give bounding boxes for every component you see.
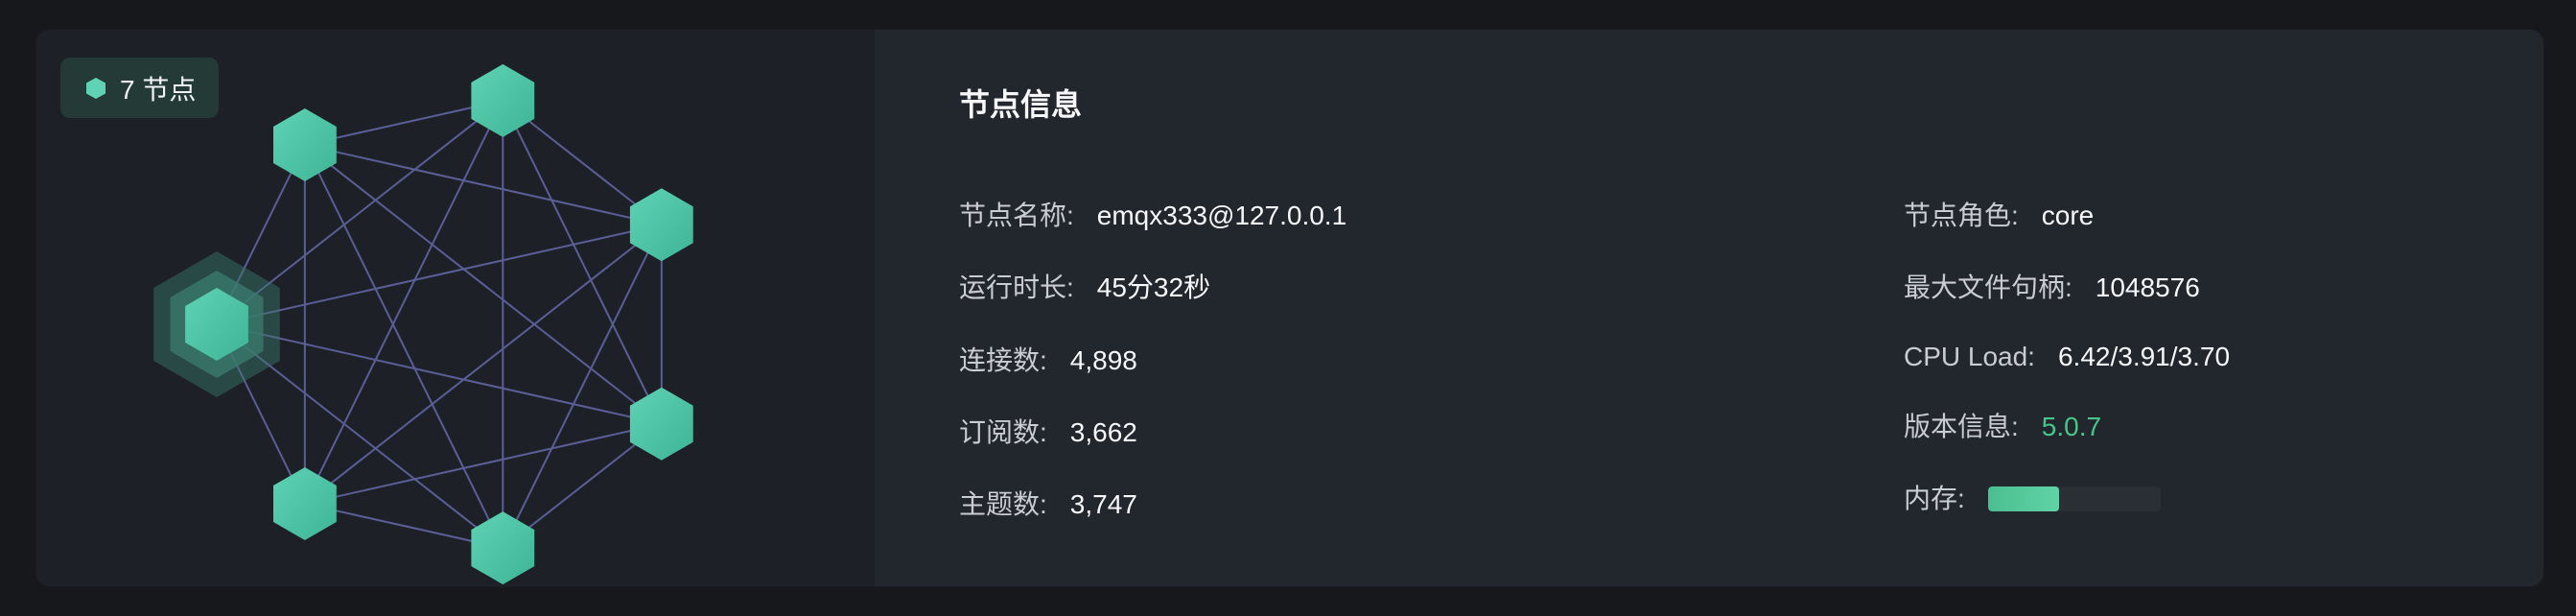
connections-label: 连接数:: [959, 345, 1047, 375]
cluster-node[interactable]: [273, 108, 337, 181]
cluster-node[interactable]: [629, 188, 693, 262]
node-name-row: 节点名称: emqx333@127.0.0.1: [959, 199, 1347, 233]
cluster-topology-panel: 7 节点: [36, 30, 875, 586]
uptime-value: 45分32秒: [1096, 272, 1211, 302]
max-fds-row: 最大文件句柄: 1048576: [1904, 271, 2200, 305]
uptime-label: 运行时长:: [959, 272, 1074, 302]
memory-label: 内存:: [1904, 484, 1965, 513]
cluster-node[interactable]: [629, 387, 693, 461]
node-hexagon-icon: [86, 77, 105, 99]
version-label: 版本信息:: [1904, 412, 2019, 441]
cluster-node[interactable]: [471, 511, 535, 585]
topology-edge: [304, 224, 663, 505]
version-value: 5.0.7: [2041, 412, 2102, 441]
cpu-load-value: 6.42/3.91/3.70: [2057, 342, 2231, 371]
memory-usage-fill: [1987, 486, 2059, 511]
node-role-row: 节点角色: core: [1904, 199, 2094, 233]
version-row: 版本信息: 5.0.7: [1904, 410, 2101, 444]
max-fds-label: 最大文件句柄:: [1904, 272, 2073, 302]
topology-edge: [304, 144, 663, 425]
topology-edge: [216, 323, 663, 425]
memory-usage-bar: [1987, 486, 2161, 511]
cluster-node[interactable]: [273, 467, 337, 540]
cluster-overview-card: 7 节点 节点信息 节点名称: emqx333@127.0.0.1 运行时长: …: [36, 30, 2543, 586]
topology-edge: [216, 224, 663, 325]
topics-value: 3,747: [1069, 489, 1137, 519]
node-count-label: 7 节点: [120, 74, 197, 105]
topics-row: 主题数: 3,747: [959, 487, 1137, 522]
connections-value: 4,898: [1069, 345, 1137, 375]
node-role-label: 节点角色:: [1904, 201, 2019, 230]
cluster-node[interactable]: [471, 63, 535, 137]
node-name-value: emqx333@127.0.0.1: [1096, 201, 1347, 230]
subscriptions-value: 3,662: [1069, 417, 1137, 447]
node-info-title: 节点信息: [959, 87, 1083, 122]
subscriptions-row: 订阅数: 3,662: [959, 415, 1137, 450]
node-count-badge: 7 节点: [60, 58, 220, 118]
memory-row: 内存:: [1904, 482, 2161, 516]
node-info-panel: 节点信息 节点名称: emqx333@127.0.0.1 运行时长: 45分32…: [875, 30, 2543, 586]
node-name-label: 节点名称:: [959, 201, 1074, 230]
node-role-value: core: [2041, 201, 2095, 230]
cpu-load-row: CPU Load: 6.42/3.91/3.70: [1904, 340, 2230, 374]
topology-edge: [502, 224, 663, 549]
topology-edge: [502, 100, 663, 425]
cpu-load-label: CPU Load:: [1904, 342, 2035, 371]
uptime-row: 运行时长: 45分32秒: [959, 271, 1210, 305]
subscriptions-label: 订阅数:: [959, 417, 1047, 447]
connections-row: 连接数: 4,898: [959, 344, 1137, 378]
topics-label: 主题数:: [959, 489, 1047, 519]
max-fds-value: 1048576: [2095, 272, 2200, 302]
